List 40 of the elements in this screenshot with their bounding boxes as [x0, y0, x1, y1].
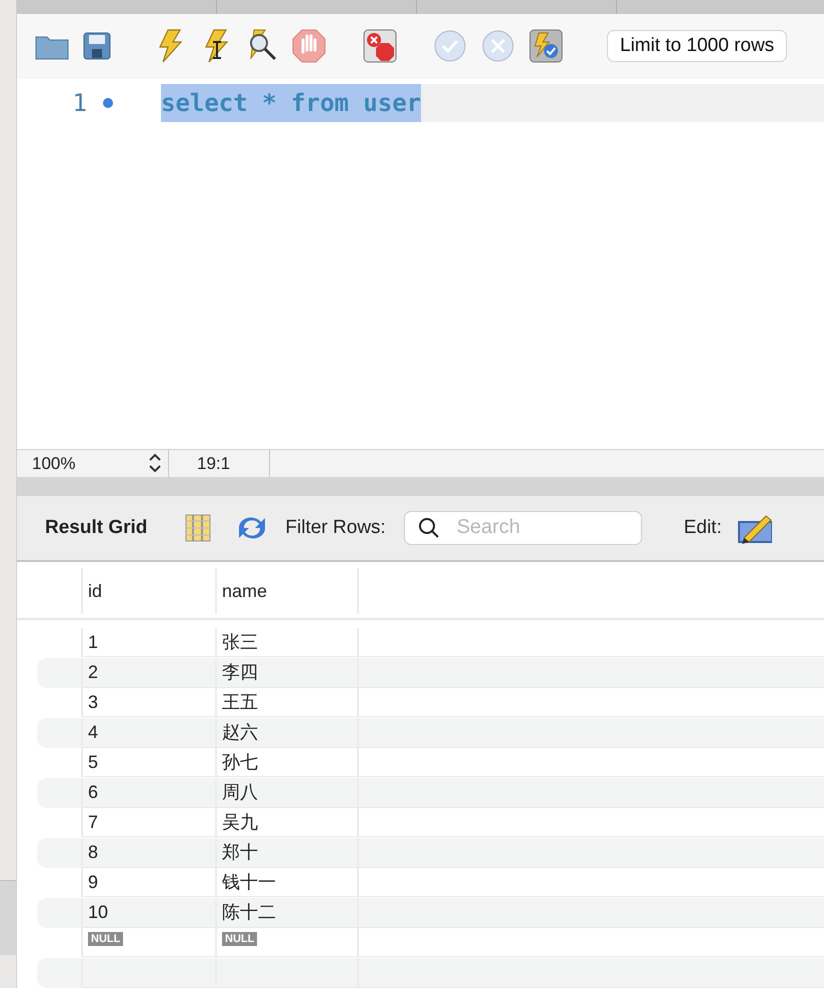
table-cell-text: 4 — [88, 721, 98, 744]
table-cell-text: 9 — [88, 870, 98, 894]
result-grid-title: Result Grid — [45, 516, 148, 540]
table-cell-text: 李四 — [222, 661, 258, 684]
table-cell-text: 7 — [88, 810, 98, 834]
table-cell-text: 周八 — [222, 781, 258, 804]
table-cell-text: 张三 — [222, 630, 258, 654]
stop-icon[interactable] — [291, 28, 327, 64]
table-cell-text: 孙七 — [222, 750, 258, 774]
table-cell-text: 郑十 — [222, 841, 258, 864]
table-cell-text: 5 — [88, 750, 98, 774]
column-header[interactable]: name — [215, 568, 357, 614]
table-cell-text: 钱十一 — [222, 870, 276, 894]
column-header[interactable]: id — [81, 568, 215, 614]
null-badge: NULL — [222, 932, 258, 946]
search-icon — [418, 516, 440, 539]
filter-rows-label: Filter Rows: — [285, 516, 386, 540]
table-cell-text: 1 — [88, 630, 98, 654]
auto-commit-icon[interactable] — [529, 29, 563, 64]
table-cell-text: 王五 — [222, 690, 258, 714]
check-icon[interactable] — [433, 29, 467, 64]
save-icon[interactable] — [83, 32, 111, 60]
table-cell-text: 2 — [88, 661, 98, 684]
table-cell-text: 6 — [88, 781, 98, 804]
line-number: 1 — [72, 88, 87, 119]
edit-label: Edit: — [684, 516, 722, 540]
search-field[interactable]: Search — [404, 510, 642, 545]
zoom-value: 100% — [32, 452, 76, 475]
limit-dropdown[interactable]: Limit to 1000 rows — [607, 30, 788, 62]
table-cell-text: 3 — [88, 690, 98, 714]
stepper-icon[interactable] — [148, 452, 162, 474]
table-cell-text: 8 — [88, 841, 98, 864]
table-cell-text: 10 — [88, 901, 108, 924]
table-cell-text: 陈十二 — [222, 901, 276, 924]
table-cell-text: 吴九 — [222, 810, 258, 834]
grid-columns-icon[interactable] — [185, 514, 212, 542]
error-stop-icon[interactable] — [363, 29, 397, 64]
statement-marker-icon — [103, 98, 113, 108]
null-badge: NULL — [88, 932, 124, 946]
table-cell-text: 赵六 — [222, 721, 258, 744]
